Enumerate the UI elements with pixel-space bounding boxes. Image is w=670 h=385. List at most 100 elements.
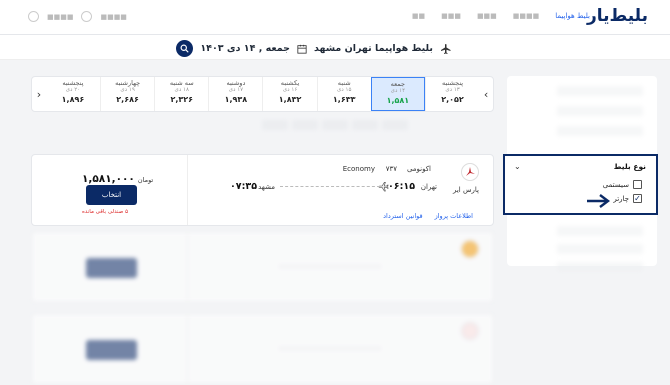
sort-pill[interactable] bbox=[262, 120, 288, 130]
date-price: ۲,۶۸۶ bbox=[116, 95, 139, 104]
option-label: سیستمی bbox=[602, 180, 629, 189]
flight-info-link[interactable]: اطلاعات پرواز bbox=[435, 212, 473, 220]
filter-row[interactable] bbox=[557, 244, 643, 254]
date-day: ۱۴ دی bbox=[390, 88, 406, 94]
date-cell[interactable]: شنبه ۱۵ دی ۱,۶۳۳ bbox=[316, 77, 371, 111]
arrow-right-icon bbox=[587, 194, 610, 208]
sort-pill[interactable] bbox=[352, 120, 378, 130]
nav-flight-tickets[interactable]: بلیط هواپیما bbox=[555, 12, 590, 20]
date-weekday: چهارشنبه bbox=[115, 79, 141, 87]
date-cell[interactable]: پنجشنبه ۲۰ دی ۱,۸۹۶ bbox=[46, 77, 100, 111]
search-summary: بلیط هواپیما تهران مشهد جمعه , ۱۴ دی ۱۴۰… bbox=[176, 40, 452, 57]
date-weekday: شنبه bbox=[337, 79, 351, 87]
date-day: ۱۳ دی bbox=[445, 87, 460, 93]
edit-search-button[interactable] bbox=[176, 40, 194, 57]
plane-icon bbox=[441, 43, 451, 54]
nav-item-4[interactable]: ■■■ bbox=[441, 12, 461, 20]
date-price: ۱,۹۳۸ bbox=[224, 95, 248, 104]
date-price-strip: › پنجشنبه ۱۳ دی ۲,۰۵۲ جمعه ۱۴ دی ۱,۵۸۱ ش… bbox=[31, 76, 494, 112]
date-price: ۱,۸۳۲ bbox=[278, 95, 302, 104]
site-logo[interactable]: بلیط‌یار bbox=[587, 6, 649, 26]
date-day: ۱۹ دی bbox=[120, 87, 135, 93]
arrival-time: ۰۷:۳۵ bbox=[230, 181, 257, 192]
option-label: چارتر bbox=[613, 194, 629, 203]
cabin-class: اکونومی bbox=[406, 165, 431, 173]
price-value: ۱,۵۸۱,۰۰۰ bbox=[82, 173, 135, 185]
route-line bbox=[280, 348, 380, 349]
nav-item-2[interactable]: ■■■■ bbox=[513, 12, 539, 20]
ticket-type-heading: نوع بلیط bbox=[613, 162, 646, 171]
refund-rules-link[interactable]: قوانین استرداد bbox=[383, 212, 422, 220]
user-icon[interactable] bbox=[28, 11, 39, 22]
option-charter[interactable]: ✓ چارتر bbox=[613, 194, 642, 203]
charter-checkbox[interactable]: ✓ bbox=[633, 194, 642, 203]
date-price: ۱,۶۳۳ bbox=[332, 95, 356, 104]
date-day: ۱۶ دی bbox=[282, 87, 298, 93]
date-day: ۲۰ دی bbox=[65, 87, 81, 93]
card-divider bbox=[187, 232, 188, 302]
airline-logo bbox=[461, 322, 479, 340]
route-line bbox=[280, 186, 380, 187]
pars-air-logo-icon bbox=[466, 167, 475, 176]
arrival-city: مشهد bbox=[258, 183, 275, 191]
date-cell-selected[interactable]: جمعه ۱۴ دی ۱,۵۸۱ bbox=[370, 77, 425, 111]
chevron-left-icon[interactable]: ‹ bbox=[32, 77, 46, 111]
sort-pill[interactable] bbox=[382, 120, 408, 130]
filter-row[interactable] bbox=[557, 226, 643, 236]
nav-item-3[interactable]: ■■■ bbox=[477, 12, 497, 20]
calendar-icon bbox=[297, 44, 307, 54]
select-flight-button[interactable] bbox=[86, 340, 137, 360]
filter-row[interactable] bbox=[557, 106, 643, 116]
flight-links: اطلاعات پرواز قوانین استرداد bbox=[383, 212, 473, 220]
phone-label[interactable]: ■■■■ bbox=[100, 13, 126, 21]
nav-item-5[interactable]: ■■ bbox=[412, 12, 425, 20]
flight-card: پارس ایر اکونومی ۷۳۷ Economy تهران ۰۶:۱۵… bbox=[31, 154, 494, 226]
date-weekday: سه شنبه bbox=[169, 79, 194, 87]
top-account-area: ■■■■ ■■■■ bbox=[28, 11, 127, 22]
system-checkbox[interactable] bbox=[633, 180, 642, 189]
top-nav: بلیط هواپیما ■■■■ ■■■ ■■■ ■■ bbox=[412, 12, 590, 20]
ticket-type-filter: نوع بلیط ⌄ سیستمی ✓ چارتر bbox=[503, 154, 658, 215]
filter-placeholder bbox=[507, 86, 657, 136]
chevron-down-icon[interactable]: ⌄ bbox=[514, 162, 521, 171]
filter-row[interactable] bbox=[557, 86, 643, 96]
filter-placeholder-lower bbox=[507, 218, 657, 272]
airline-name: پارس ایر bbox=[453, 186, 479, 194]
date-price: ۱,۵۸۱ bbox=[386, 96, 410, 105]
account-label[interactable]: ■■■■ bbox=[47, 13, 73, 21]
currency: تومان bbox=[137, 176, 154, 184]
search-date: جمعه , ۱۴ دی ۱۴۰۳ bbox=[200, 43, 290, 54]
date-weekday: یکشنبه bbox=[280, 79, 300, 87]
departure-city: تهران bbox=[420, 183, 437, 191]
sort-pill[interactable] bbox=[292, 120, 318, 130]
date-cell[interactable]: چهارشنبه ۱۹ دی ۲,۶۸۶ bbox=[100, 77, 154, 111]
select-flight-button[interactable] bbox=[86, 258, 137, 278]
option-system[interactable]: سیستمی bbox=[603, 180, 642, 189]
date-cell[interactable]: دوشنبه ۱۷ دی ۱,۹۳۸ bbox=[208, 77, 262, 111]
flight-card-blurred bbox=[31, 313, 494, 385]
search-summary-bar: بلیط هواپیما تهران مشهد جمعه , ۱۴ دی ۱۴۰… bbox=[0, 35, 670, 60]
sort-pill[interactable] bbox=[322, 120, 348, 130]
departure-time: ۰۶:۱۵ bbox=[388, 181, 415, 192]
seats-remaining: ۵ صندلی باقی مانده bbox=[82, 209, 129, 215]
select-flight-button[interactable]: انتخاب bbox=[86, 185, 137, 205]
date-weekday: پنجشنبه bbox=[441, 79, 464, 87]
date-price: ۲,۳۲۶ bbox=[170, 95, 194, 104]
filter-row[interactable] bbox=[557, 126, 643, 136]
sort-options bbox=[262, 120, 408, 130]
date-day: ۱۸ دی bbox=[174, 87, 189, 93]
date-cell[interactable]: یکشنبه ۱۶ دی ۱,۸۳۲ bbox=[262, 77, 316, 111]
date-cell[interactable]: پنجشنبه ۱۳ دی ۲,۰۵۲ bbox=[424, 77, 479, 111]
filter-row[interactable] bbox=[557, 262, 643, 272]
search-icon bbox=[180, 44, 190, 53]
aircraft-type: ۷۳۷ bbox=[385, 165, 397, 173]
chevron-right-icon[interactable]: › bbox=[479, 77, 493, 111]
route-line bbox=[280, 266, 380, 267]
date-weekday: پنجشنبه bbox=[62, 79, 84, 87]
date-cell[interactable]: سه شنبه ۱۸ دی ۲,۳۲۶ bbox=[154, 77, 208, 111]
phone-icon[interactable] bbox=[81, 11, 93, 22]
card-divider bbox=[187, 314, 188, 384]
date-weekday: جمعه bbox=[390, 80, 406, 88]
search-title: بلیط هواپیما تهران مشهد bbox=[313, 43, 433, 54]
date-price: ۱,۸۹۶ bbox=[61, 95, 85, 104]
